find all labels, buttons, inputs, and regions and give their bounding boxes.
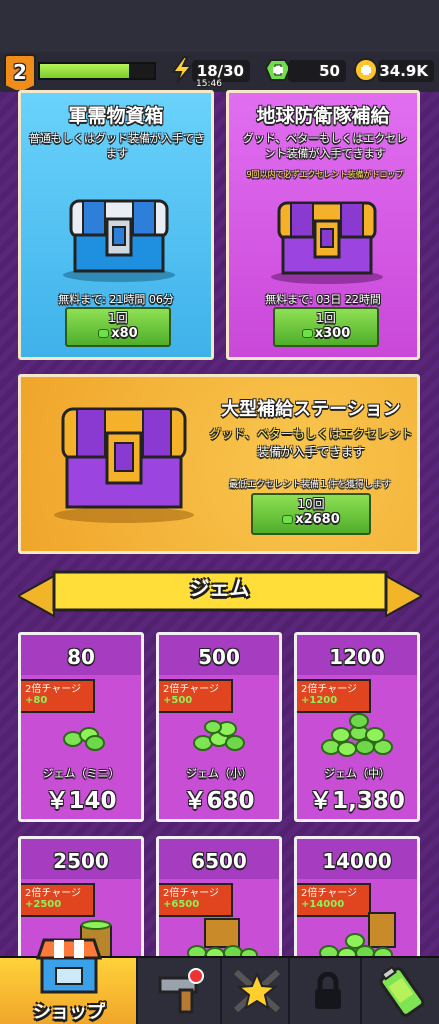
bonus-amount: +1200 <box>301 695 338 706</box>
open-cost: x300 <box>314 326 351 341</box>
nav-tab-weapons[interactable] <box>140 958 222 1024</box>
gem-amount: 6500 <box>159 839 279 879</box>
shop-icon <box>36 938 102 994</box>
bottom-nav: ショップ <box>0 938 439 1024</box>
big-chest-icon <box>54 407 194 523</box>
big-supply-station[interactable]: 大型補給ステーション グッド、ベターもしくはエクセレント 装備が入手できます 最… <box>18 374 420 554</box>
gem-amount: 14000 <box>297 839 417 879</box>
gem-pack-80[interactable]: 80 2倍チャージ +80 ジェム（ミニ） ￥140 <box>18 632 144 822</box>
tag-label: 2倍チャージ <box>163 888 220 899</box>
supply-card-desc: グッド、ベターもしくはエクセレント装備が入手できます <box>242 132 408 160</box>
gem-pile-icon <box>63 727 105 751</box>
open-count: 1回 <box>316 311 336 325</box>
tag-label: 2倍チャージ <box>301 684 358 695</box>
level-number: 2 <box>13 60 27 84</box>
gem-pile-icon <box>321 713 393 757</box>
gem-section-title: ジェム <box>189 576 250 600</box>
station-note: 最低エクセレント装備１件を獲得します <box>228 480 391 490</box>
coin-icon <box>354 58 378 82</box>
supply-card-title: 軍需物資箱 <box>68 105 164 127</box>
double-charge-tag: 2倍チャージ +500 <box>159 679 233 713</box>
weapon-icon <box>158 968 204 1014</box>
purple-chest-icon <box>271 201 383 284</box>
supply-card-title: 地球防衛隊補給 <box>256 105 390 127</box>
gem-icon <box>301 329 313 338</box>
bonus-amount: +6500 <box>163 899 200 910</box>
gem-pack-price: ￥140 <box>45 788 117 814</box>
blue-chest-icon <box>63 199 175 282</box>
supply-card-defense[interactable]: 地球防衛隊補給 グッド、ベターもしくはエクセレント装備が入手できます 9回以内で… <box>226 90 420 360</box>
free-timer: 無料まで: 21時間 06分 <box>58 293 174 306</box>
double-charge-tag: 2倍チャージ +2500 <box>21 883 95 917</box>
xp-bar <box>38 62 156 80</box>
open-station-button[interactable]: 10回 x2680 <box>251 493 371 535</box>
level-badge[interactable]: 2 <box>4 54 36 92</box>
double-charge-tag: 2倍チャージ +80 <box>21 679 95 713</box>
open-count: 10回 <box>297 497 325 511</box>
xp-fill <box>40 64 129 78</box>
supply-card-basic[interactable]: 軍需物資箱 普通もしくはグッド装備が入手できます 無料まで: 21時間 06分 … <box>18 90 214 360</box>
nav-tab-battle[interactable] <box>224 958 290 1024</box>
tag-label: 2倍チャージ <box>163 684 220 695</box>
star-swords-icon <box>233 969 281 1013</box>
gem-pack-14000[interactable]: 14000 2倍チャージ +14000 <box>294 836 420 966</box>
supply-card-desc: 普通もしくはグッド装備が入手できます <box>29 132 205 160</box>
tag-label: 2倍チャージ <box>25 684 82 695</box>
gem-amount: 2500 <box>21 839 141 879</box>
double-charge-tag: 2倍チャージ +1200 <box>297 679 371 713</box>
gem-counter[interactable]: 50 <box>288 60 346 82</box>
station-title: 大型補給ステーション <box>221 399 401 420</box>
energy-timer: 15:46 <box>196 79 222 89</box>
tag-label: 2倍チャージ <box>25 888 82 899</box>
free-timer: 無料まで: 03日 22時間 <box>265 293 381 306</box>
gem-amount: 1200 <box>297 635 417 675</box>
lock-icon <box>315 972 341 1009</box>
bonus-amount: +2500 <box>25 899 62 910</box>
battery-icon <box>379 966 425 1017</box>
nav-tab-locked[interactable] <box>292 958 362 1024</box>
gem-icon <box>98 329 110 338</box>
gem-pack-500[interactable]: 500 2倍チャージ +500 ジェム（小） ￥680 <box>156 632 282 822</box>
station-desc-1: グッド、ベターもしくはエクセレント <box>209 427 413 441</box>
gem-amount: 500 <box>159 635 279 675</box>
supply-card-note: 9回以内で必ずエクセレント装備がドロップ <box>246 170 404 179</box>
gem-icon <box>282 515 294 524</box>
gem-pack-price: ￥1,380 <box>309 788 405 814</box>
gem-pack-price: ￥680 <box>183 788 255 814</box>
station-desc-2: 装備が入手できます <box>256 445 365 459</box>
nav-tab-shop[interactable]: ショップ <box>0 938 138 1024</box>
tag-label: 2倍チャージ <box>301 888 358 899</box>
gem-pack-1200[interactable]: 1200 2倍チャージ +1200 ジェム（中） ￥1,380 <box>294 632 420 822</box>
double-charge-tag: 2倍チャージ +6500 <box>159 883 233 917</box>
open-count: 1回 <box>108 311 128 325</box>
shop-screen: 2 18/30 15:46 50 34.9K 軍需物資箱 普通もしくはグッド装備… <box>0 0 439 1024</box>
gem-pack-name: ジェム（ミニ） <box>42 767 120 780</box>
open-cost: x2680 <box>295 512 340 527</box>
gem-amount: 80 <box>21 635 141 675</box>
gem-crate-icon <box>319 912 396 963</box>
gem-pack-name: ジェム（中） <box>324 767 390 780</box>
open-basic-button[interactable]: 1回 x80 <box>65 307 171 347</box>
bonus-amount: +500 <box>163 695 193 706</box>
open-cost: x80 <box>111 326 138 341</box>
nav-shop-label: ショップ <box>33 1002 105 1023</box>
bonus-amount: +80 <box>25 695 48 706</box>
gem-pack-6500[interactable]: 6500 2倍チャージ +6500 <box>156 836 282 966</box>
open-defense-button[interactable]: 1回 x300 <box>273 307 379 347</box>
gem-pack-name: ジェム（小） <box>186 767 252 780</box>
coin-counter[interactable]: 34.9K <box>378 60 434 82</box>
status-bar-area <box>0 0 439 52</box>
gem-pile-icon <box>193 720 245 751</box>
nav-tab-energy[interactable] <box>364 958 439 1024</box>
